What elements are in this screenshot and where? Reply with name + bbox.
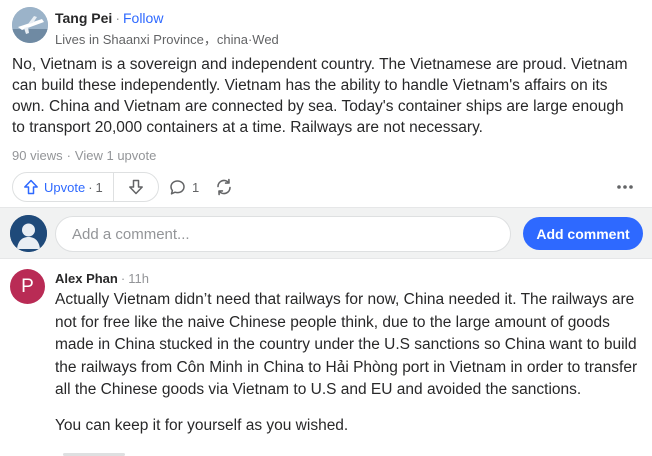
comments-button[interactable]: 1 bbox=[169, 172, 199, 202]
commenter-name[interactable]: Alex Phan bbox=[55, 271, 118, 286]
comment-count: 1 bbox=[192, 179, 200, 195]
author-credential-line: Lives in Shaanxi Province，china·Wed bbox=[55, 29, 279, 48]
name-separator: · bbox=[115, 10, 120, 26]
comment-paragraph: Actually Vietnam didn’t need that railwa… bbox=[55, 291, 638, 398]
arrow-up-icon bbox=[24, 179, 38, 195]
author-avatar[interactable] bbox=[12, 7, 48, 43]
post-stats: 90 views · View 1 upvote bbox=[12, 148, 156, 163]
downvote-button[interactable] bbox=[114, 173, 158, 201]
arrow-down-icon bbox=[128, 179, 143, 195]
post-actions: Upvote · 1 1 bbox=[12, 172, 640, 202]
comment-time: 11h bbox=[128, 271, 149, 286]
upvote-label: Upvote bbox=[44, 179, 86, 195]
vote-pill: Upvote · 1 bbox=[12, 172, 159, 202]
upvote-count: 1 bbox=[95, 179, 103, 195]
comment-header-separator: · bbox=[120, 271, 126, 286]
more-options-button[interactable] bbox=[610, 172, 640, 202]
comment-bubble-icon bbox=[170, 179, 185, 195]
current-user-avatar bbox=[10, 215, 47, 252]
share-refresh-icon bbox=[217, 178, 231, 196]
upvote-button[interactable]: Upvote · 1 bbox=[13, 173, 114, 201]
more-dots-icon bbox=[617, 185, 633, 189]
comment-body: Actually Vietnam didn’t need that railwa… bbox=[55, 289, 645, 437]
post-author-row: Tang Pei · Follow Lives in Shaanxi Provinc… bbox=[12, 7, 632, 47]
upvote-separator: · bbox=[88, 179, 93, 195]
commenter-avatar[interactable]: P bbox=[10, 269, 45, 304]
comment-input[interactable] bbox=[55, 216, 511, 252]
post-body: No, Vietnam is a sovereign and independe… bbox=[12, 56, 628, 136]
follow-button[interactable]: Follow bbox=[123, 10, 163, 26]
view-count: 90 views bbox=[12, 148, 63, 163]
comment-header: Alex Phan · 11h bbox=[55, 271, 149, 286]
author-credential: Lives in Shaanxi Province，china bbox=[55, 32, 248, 47]
author-name[interactable]: Tang Pei bbox=[55, 10, 112, 26]
share-button[interactable] bbox=[214, 172, 234, 202]
stats-separator: · bbox=[66, 148, 71, 163]
post-time: Wed bbox=[252, 32, 279, 47]
view-upvotes-link[interactable]: View 1 upvote bbox=[75, 148, 156, 163]
comment-composer: Add comment bbox=[0, 207, 652, 259]
author-name-line: Tang Pei · Follow bbox=[55, 10, 163, 26]
add-comment-button[interactable]: Add comment bbox=[523, 217, 643, 250]
comment-paragraph: You can keep it for yourself as you wish… bbox=[55, 416, 349, 434]
